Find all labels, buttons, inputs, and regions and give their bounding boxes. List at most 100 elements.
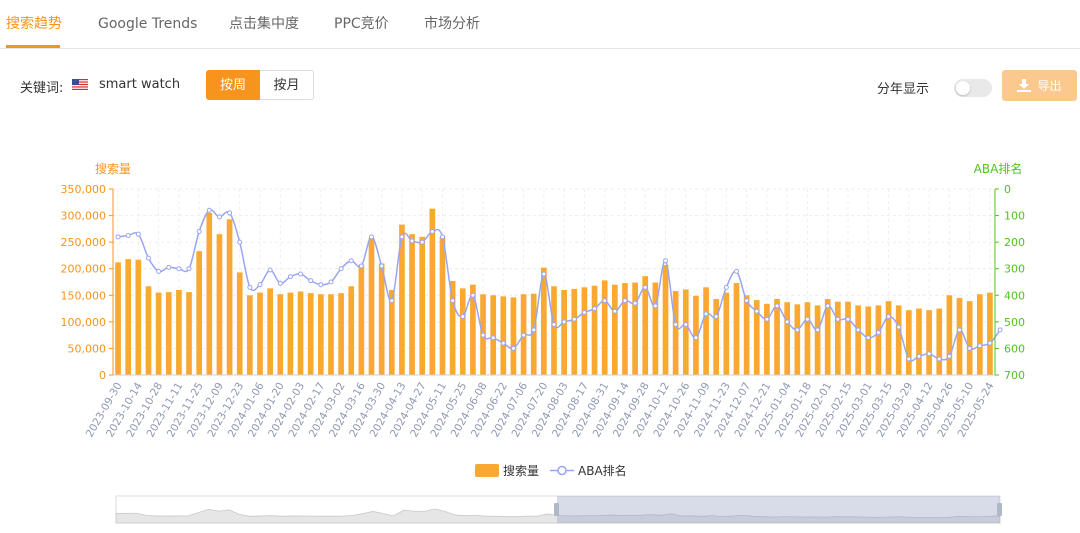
left-axis: 350,000 300,000 250,000 200,000 150,000 100,0… xyxy=(61,183,114,382)
zoom-right-handle[interactable] xyxy=(997,503,1002,516)
right-axis-tick-label: 0 xyxy=(1004,183,1011,196)
rank-point xyxy=(439,234,445,240)
rank-point xyxy=(845,316,851,322)
volume-bar xyxy=(814,305,821,375)
rank-point xyxy=(379,263,385,269)
rank-point xyxy=(389,298,395,304)
tab-market-analysis[interactable]: 市场分析 xyxy=(424,0,480,46)
rank-point xyxy=(561,319,567,325)
keyword-value: smart watch xyxy=(99,77,181,92)
active-tab-indicator xyxy=(6,45,60,48)
rank-point xyxy=(957,327,963,333)
rank-point xyxy=(875,329,881,335)
volume-bar xyxy=(561,289,567,375)
volume-bar xyxy=(936,308,943,375)
rank-point xyxy=(683,322,689,328)
volume-bar xyxy=(348,286,355,375)
rank-point xyxy=(145,255,151,261)
data-zoom-slider[interactable] xyxy=(115,495,1002,524)
volume-bar xyxy=(976,294,983,375)
weekly-button[interactable]: 按周 xyxy=(206,70,260,100)
export-button[interactable]: 导出 xyxy=(1002,70,1077,101)
volume-bar xyxy=(571,288,578,375)
volume-bars xyxy=(115,208,993,375)
volume-bar xyxy=(307,293,314,375)
rank-point xyxy=(328,279,334,285)
volume-bar xyxy=(916,308,922,375)
volume-bar xyxy=(409,234,415,375)
tab-click-concentration[interactable]: 点击集中度 xyxy=(229,0,299,46)
rank-point xyxy=(926,351,932,357)
rank-point xyxy=(257,282,263,288)
rank-point xyxy=(237,239,243,245)
rank-point xyxy=(754,308,760,314)
zoom-left-handle[interactable] xyxy=(554,503,559,516)
rank-point xyxy=(632,300,638,306)
volume-bar xyxy=(176,289,182,375)
rank-point xyxy=(348,258,354,264)
rank-point xyxy=(612,308,618,314)
volume-bar xyxy=(672,291,679,375)
rank-point xyxy=(531,327,537,333)
rank-point xyxy=(794,327,800,333)
rank-point xyxy=(450,298,456,304)
rank-point xyxy=(186,266,192,272)
volume-bar xyxy=(551,286,557,375)
rank-point xyxy=(865,335,871,341)
volume-bar xyxy=(500,296,507,375)
tab-ppc-bid[interactable]: PPC竞价 xyxy=(334,0,389,46)
right-axis-tick-label: 200 xyxy=(1004,236,1025,249)
rank-point xyxy=(835,316,841,322)
volume-bar xyxy=(541,267,547,375)
legend-line-label[interactable]: ABA排名 xyxy=(578,463,627,478)
rank-point xyxy=(825,303,831,309)
volume-bar xyxy=(591,285,598,375)
volume-bar xyxy=(987,292,993,375)
rank-point xyxy=(906,356,912,362)
rank-point xyxy=(916,353,922,359)
volume-bar xyxy=(581,287,588,375)
volume-bar xyxy=(449,280,456,375)
volume-bar xyxy=(247,295,253,375)
rank-point xyxy=(521,332,527,338)
legend-bar-label[interactable]: 搜索量 xyxy=(503,463,539,478)
rank-point xyxy=(125,233,131,238)
volume-bar xyxy=(287,292,294,375)
volume-bar xyxy=(277,294,284,375)
volume-bar xyxy=(784,302,791,375)
volume-bar xyxy=(490,295,497,375)
tab-google-trends[interactable]: Google Trends xyxy=(98,0,197,46)
volume-bar xyxy=(297,291,304,375)
volume-bar xyxy=(682,289,689,375)
volume-bar xyxy=(196,251,203,375)
tab-search-trend[interactable]: 搜索趋势 xyxy=(6,0,62,46)
yearly-display-switch[interactable] xyxy=(954,79,992,97)
rank-point xyxy=(196,229,202,235)
rank-point xyxy=(115,234,121,240)
rank-point xyxy=(744,298,750,304)
legend-bar-swatch[interactable] xyxy=(475,464,499,477)
rank-point xyxy=(490,335,496,341)
rank-point xyxy=(764,316,770,322)
monthly-button[interactable]: 按月 xyxy=(260,70,314,100)
rank-point xyxy=(804,316,810,322)
rank-point xyxy=(673,322,679,328)
download-icon xyxy=(1017,79,1032,92)
rank-point xyxy=(815,327,821,333)
rank-point xyxy=(713,314,719,320)
left-axis-tick-label: 50,000 xyxy=(68,342,107,355)
rank-point xyxy=(784,319,790,325)
export-label: 导出 xyxy=(1037,79,1062,93)
rank-point xyxy=(156,268,162,274)
rank-point xyxy=(308,278,314,284)
volume-bar xyxy=(743,295,750,375)
left-axis-tick-label: 100,000 xyxy=(61,316,107,329)
rank-point xyxy=(510,345,516,351)
volume-bar xyxy=(510,297,517,375)
volume-bar xyxy=(419,236,426,375)
volume-bar xyxy=(895,305,902,375)
switch-knob xyxy=(956,81,970,95)
right-axis-tick-label: 300 xyxy=(1004,263,1025,276)
zoom-selected-window[interactable] xyxy=(557,496,1000,523)
rank-point xyxy=(663,258,669,264)
